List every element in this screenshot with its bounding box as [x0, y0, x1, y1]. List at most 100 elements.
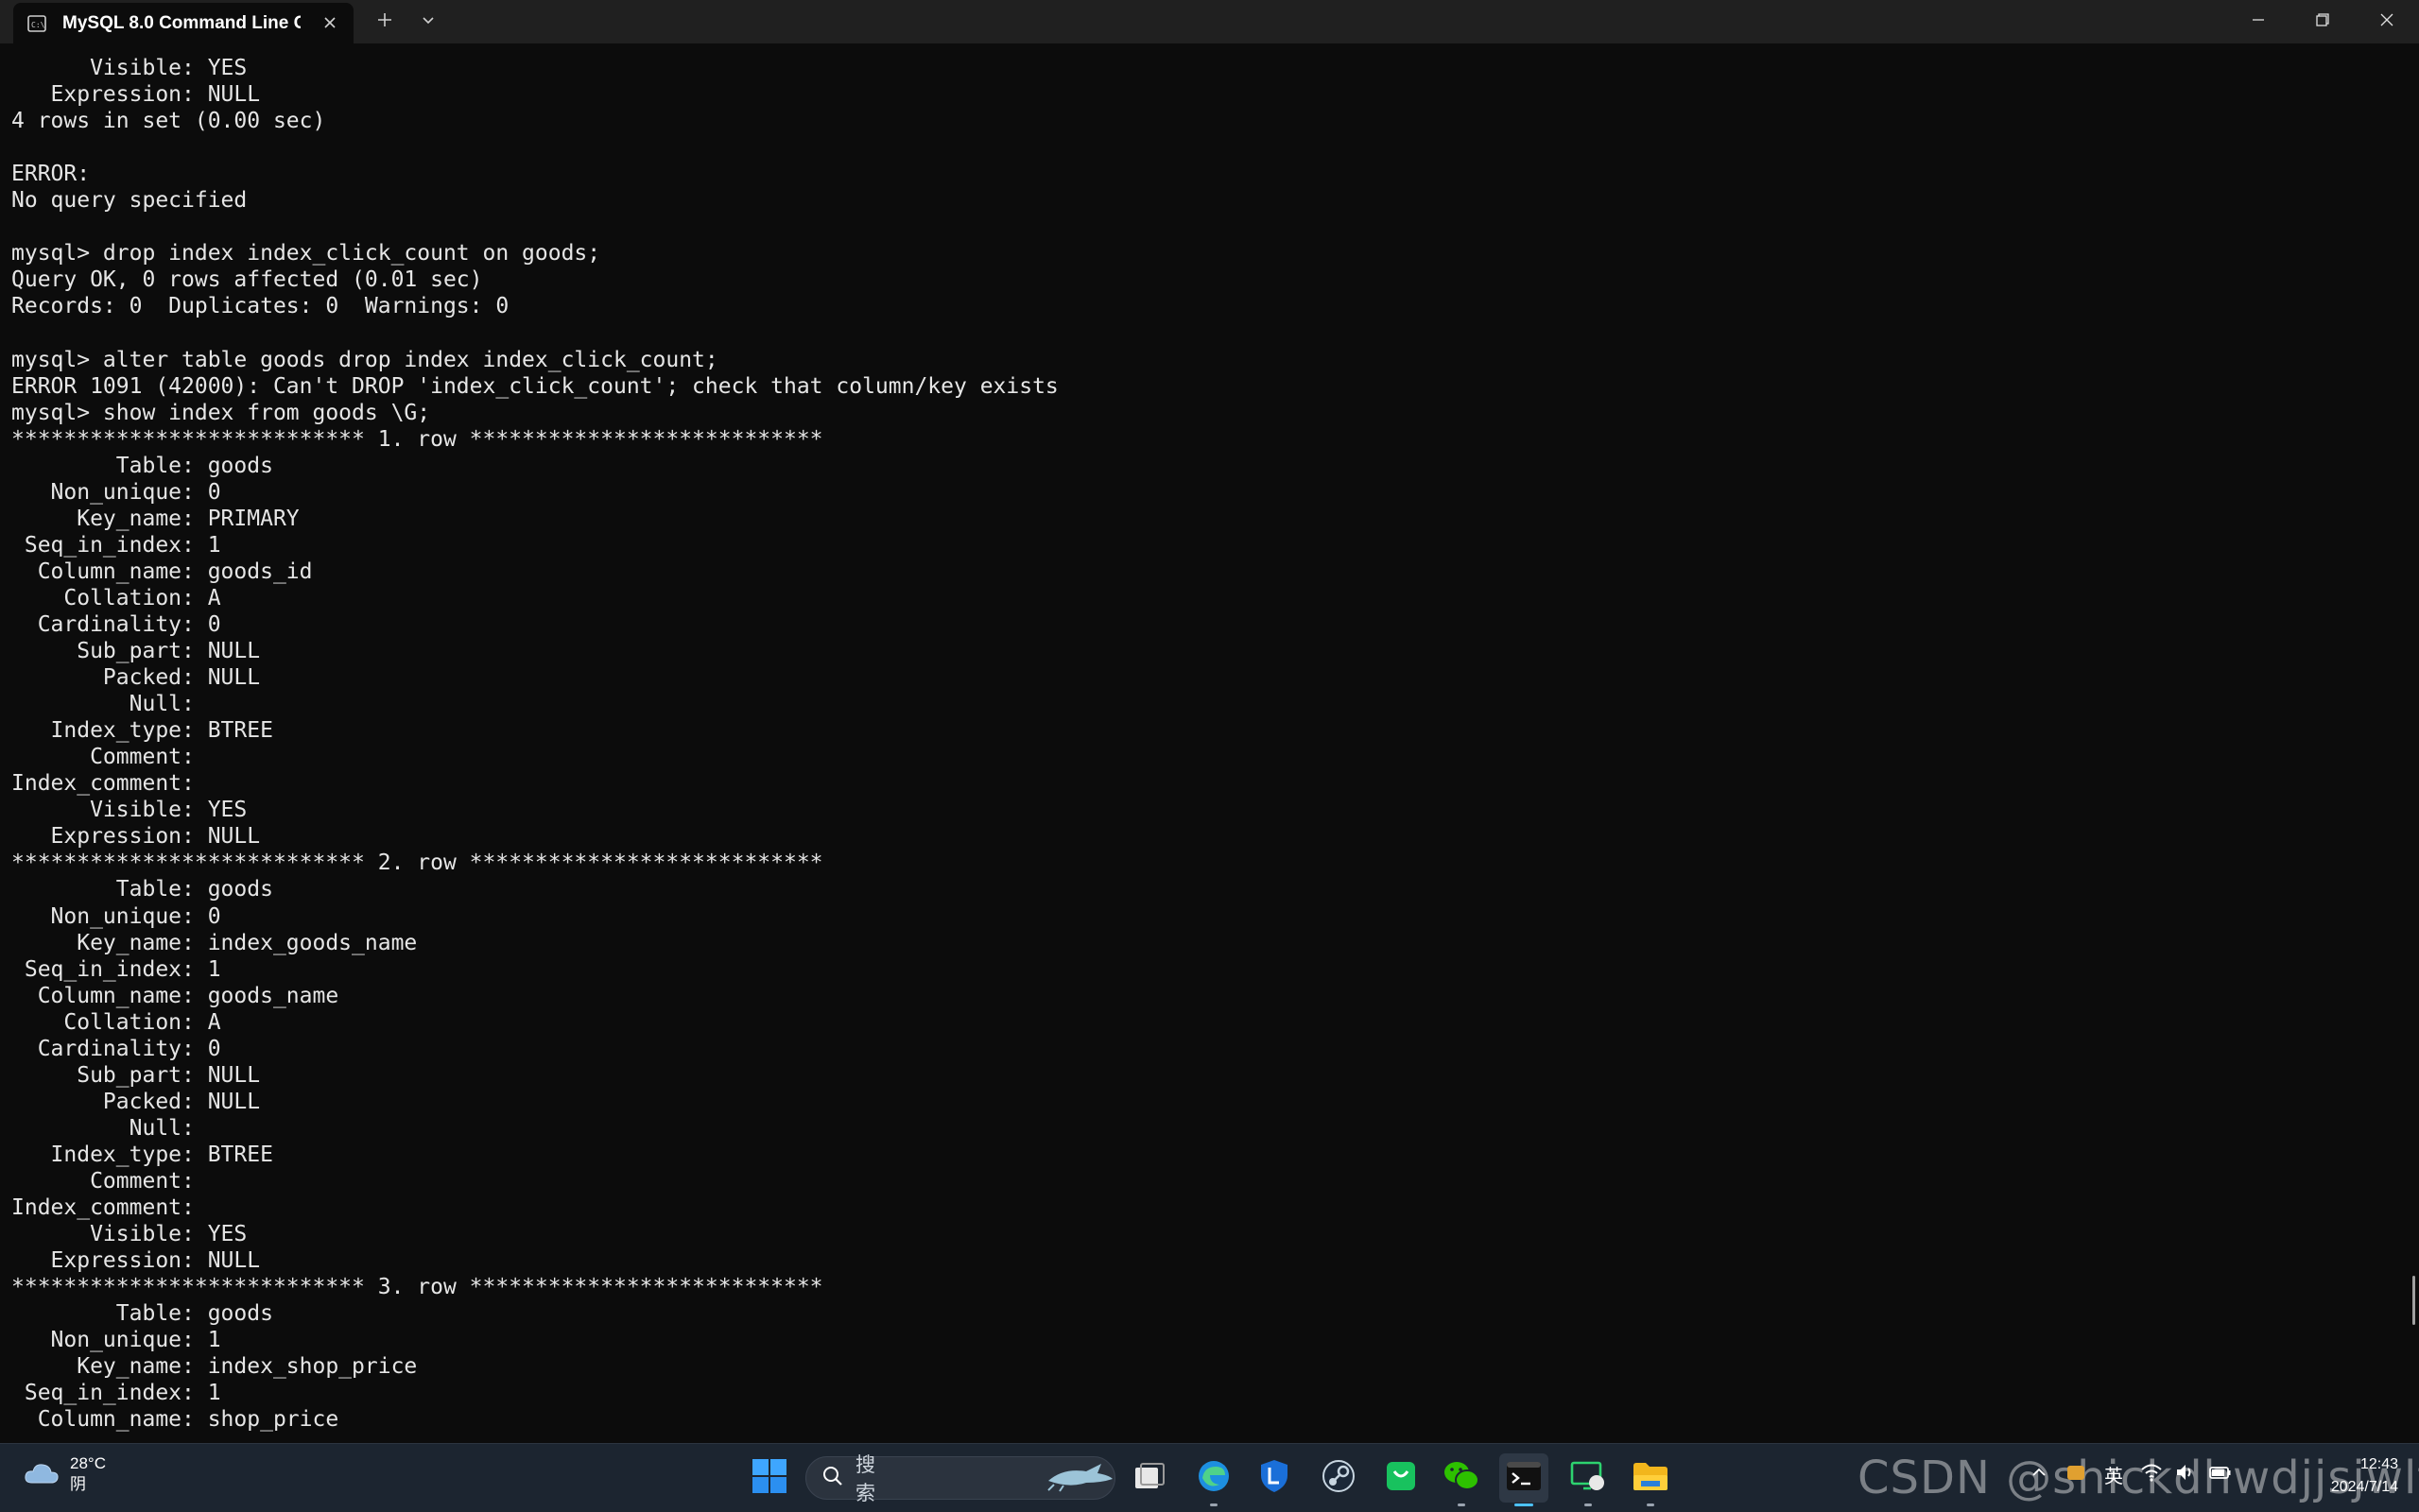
folder-icon	[1632, 1460, 1669, 1497]
taskbar-app-file-explorer[interactable]	[1626, 1453, 1675, 1506]
taskbar-app-remote[interactable]	[1564, 1453, 1613, 1506]
terminal-line: Index_type: BTREE	[11, 1142, 273, 1167]
terminal-line: Visible: YES	[11, 1222, 248, 1247]
system-clock[interactable]: 12:43 2024/7/14	[2331, 1453, 2398, 1499]
taskbar-app-steam[interactable]	[1314, 1453, 1363, 1503]
running-indicator	[1584, 1503, 1592, 1506]
terminal-line: *************************** 3. row *****…	[11, 1275, 823, 1300]
terminal-line: Collation: A	[11, 585, 221, 610]
active-indicator	[1514, 1503, 1533, 1506]
edge-browser-icon	[1197, 1459, 1231, 1498]
tab-title: MySQL 8.0 Command Line Cli	[62, 12, 301, 33]
weather-widget[interactable]: 28°C 阴	[23, 1453, 106, 1495]
terminal-line: Non_unique: 0	[11, 903, 221, 929]
terminal-line: Visible: YES	[11, 56, 248, 80]
terminal-line: Packed: NULL	[11, 665, 261, 691]
terminal-line: Query OK, 0 rows affected (0.01 sec)	[11, 267, 483, 293]
start-button[interactable]	[745, 1453, 794, 1503]
cloud-icon	[23, 1458, 60, 1491]
taskbar-app-security[interactable]	[1250, 1453, 1299, 1503]
taskbar-app-terminal[interactable]	[1499, 1453, 1548, 1506]
terminal-line: Seq_in_index: 1	[11, 956, 221, 982]
terminal-line: Table: goods	[11, 453, 273, 478]
system-tray: 英	[2030, 1461, 2233, 1488]
terminal-line: Comment:	[11, 1168, 195, 1194]
ime-indicator[interactable]: 英	[2104, 1461, 2123, 1488]
steam-icon	[1322, 1459, 1356, 1498]
terminal-line: Non_unique: 1	[11, 1328, 221, 1353]
terminal-line: Null:	[11, 692, 195, 717]
remote-desktop-icon	[1570, 1460, 1606, 1497]
taskbar-search[interactable]: 搜索	[805, 1454, 1115, 1504]
minimize-button[interactable]	[2226, 0, 2290, 43]
terminal-line: Table: goods	[11, 877, 273, 902]
terminal-line: Index_comment:	[11, 1195, 195, 1221]
terminal-line: Sub_part: NULL	[11, 1062, 261, 1088]
close-icon	[2379, 12, 2394, 32]
terminal-line: No query specified	[11, 188, 248, 214]
terminal-app-icon: C:\	[26, 13, 47, 34]
taskbar-app-shopping[interactable]	[1376, 1453, 1425, 1503]
tray-app-icon[interactable]	[2065, 1461, 2087, 1488]
close-tab-icon[interactable]	[320, 12, 340, 33]
terminal-line: Column_name: shop_price	[11, 1407, 339, 1433]
terminal-line: Expression: NULL	[11, 824, 261, 850]
search-placeholder: 搜索	[855, 1454, 875, 1504]
shopping-bag-icon	[1385, 1460, 1417, 1497]
terminal-line: 4 rows in set (0.00 sec)	[11, 109, 326, 134]
terminal-line: Key_name: index_shop_price	[11, 1354, 418, 1380]
terminal-line: Key_name: PRIMARY	[11, 506, 300, 531]
search-icon	[821, 1465, 844, 1492]
svg-text:C:\: C:\	[31, 21, 45, 29]
terminal-line: Collation: A	[11, 1009, 221, 1035]
terminal-tab[interactable]: C:\ MySQL 8.0 Command Line Cli	[13, 3, 354, 43]
terminal-line: Column_name: goods_id	[11, 558, 313, 584]
taskbar-app-edge[interactable]	[1189, 1453, 1238, 1506]
terminal-line: Sub_part: NULL	[11, 639, 261, 664]
terminal-line: Null:	[11, 1115, 195, 1141]
weather-description: 阴	[70, 1475, 86, 1493]
volume-icon[interactable]	[2174, 1462, 2197, 1487]
terminal-line: Packed: NULL	[11, 1089, 261, 1114]
terminal-line: Key_name: index_goods_name	[11, 930, 418, 955]
terminal-line: *************************** 2. row *****…	[11, 850, 823, 876]
terminal-line: Seq_in_index: 1	[11, 532, 221, 558]
plus-icon	[376, 11, 393, 33]
search-highlight-image-icon	[1045, 1460, 1114, 1497]
terminal-line: Expression: NULL	[11, 82, 261, 108]
terminal-output[interactable]: Visible: YES Expression: NULL 4 rows in s…	[11, 55, 2403, 1435]
scrollbar-thumb[interactable]	[2412, 1276, 2415, 1325]
close-window-button[interactable]	[2355, 0, 2419, 43]
new-tab-button[interactable]	[363, 0, 406, 43]
chevron-down-icon	[421, 12, 436, 32]
wifi-icon[interactable]	[2140, 1462, 2163, 1487]
terminal-line: ERROR:	[11, 162, 91, 187]
terminal-line: Index_comment:	[11, 771, 195, 797]
restore-icon	[2315, 12, 2330, 32]
terminal-line: Records: 0 Duplicates: 0 Warnings: 0	[11, 294, 510, 319]
running-indicator	[1647, 1503, 1654, 1506]
terminal-line: Index_type: BTREE	[11, 718, 273, 744]
taskbar-app-wechat[interactable]	[1437, 1453, 1486, 1506]
clock-time: 12:43	[2359, 1456, 2398, 1472]
battery-icon[interactable]	[2208, 1462, 2233, 1487]
windows-logo-icon	[752, 1458, 787, 1499]
shield-icon	[1258, 1458, 1290, 1499]
title-bar: C:\ MySQL 8.0 Command Line Cli	[0, 0, 2419, 43]
terminal-line: mysql> alter table goods drop index inde…	[11, 347, 718, 372]
terminal-line: Non_unique: 0	[11, 479, 221, 505]
terminal-line: Cardinality: 0	[11, 1036, 221, 1061]
running-indicator	[1458, 1503, 1465, 1506]
chevron-up-icon[interactable]	[2030, 1464, 2048, 1486]
taskbar: 28°C 阴 搜索 CSDN @shickdhwdjjsjwl 英 12:43 …	[0, 1443, 2419, 1512]
task-view-button[interactable]	[1125, 1453, 1174, 1503]
restore-button[interactable]	[2290, 0, 2355, 43]
terminal-line: Column_name: goods_name	[11, 983, 339, 1008]
tab-dropdown-button[interactable]	[406, 0, 450, 43]
terminal-line: Table: goods	[11, 1301, 273, 1327]
terminal-line: mysql> drop index index_click_count on g…	[11, 241, 601, 266]
task-view-icon	[1133, 1462, 1166, 1495]
minimize-icon	[2251, 12, 2266, 32]
